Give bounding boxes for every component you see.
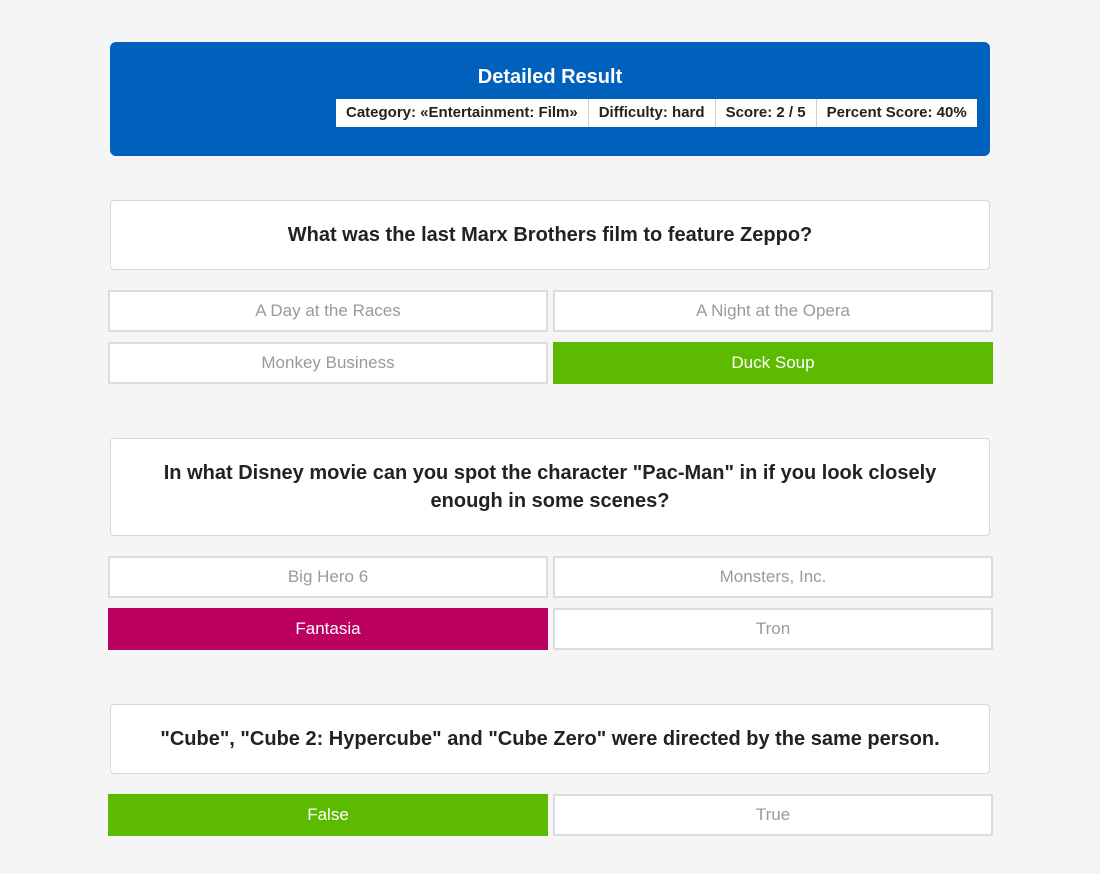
answer-option[interactable]: A Night at the Opera	[553, 290, 993, 332]
result-stats: Category: «Entertainment: Film» Difficul…	[336, 99, 977, 127]
difficulty-stat: Difficulty: hard	[589, 99, 716, 127]
answer-option[interactable]: A Day at the Races	[108, 290, 548, 332]
page-title: Detailed Result	[477, 66, 623, 88]
result-header: Detailed Result Category: «Entertainment…	[110, 42, 990, 156]
category-stat: Category: «Entertainment: Film»	[336, 99, 589, 127]
answer-option[interactable]: Monkey Business	[108, 342, 548, 384]
percent-score-stat: Percent Score: 40%	[826, 104, 967, 121]
answer-option[interactable]: Tron	[553, 608, 993, 650]
score-stat: Score: 2 / 5	[716, 99, 817, 127]
answer-option-correct[interactable]: False	[108, 794, 548, 836]
answer-option[interactable]: Big Hero 6	[108, 556, 548, 598]
question-2-text: In what Disney movie can you spot the ch…	[110, 438, 990, 536]
answer-option-correct[interactable]: Duck Soup	[553, 342, 993, 384]
question-1-text: What was the last Marx Brothers film to …	[110, 200, 990, 270]
answer-option[interactable]: Monsters, Inc.	[553, 556, 993, 598]
answer-option-wrong[interactable]: Fantasia	[108, 608, 548, 650]
answer-option[interactable]: True	[553, 794, 993, 836]
question-3-text: "Cube", "Cube 2: Hypercube" and "Cube Ze…	[110, 704, 990, 774]
